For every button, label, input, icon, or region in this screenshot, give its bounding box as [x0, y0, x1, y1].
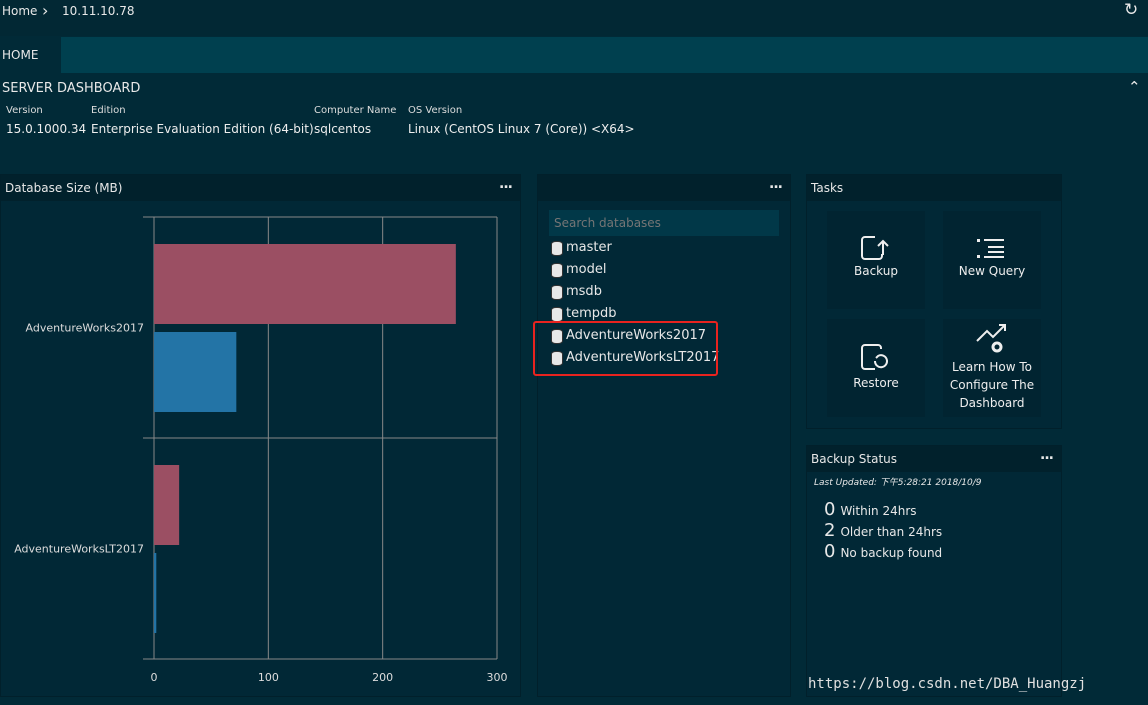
new-query-button[interactable]: New Query: [943, 211, 1041, 309]
backup-icon: [861, 236, 889, 260]
os-version-label: OS Version: [408, 105, 463, 116]
database-item[interactable]: master: [551, 237, 771, 259]
collapse-icon[interactable]: ⌃: [1128, 78, 1141, 96]
y-tick-label: AdventureWorksLT2017: [14, 543, 144, 556]
last-updated: Last Updated: 下午5:28:21 2018/10/9: [814, 478, 982, 488]
chevron-right-icon: ›: [42, 1, 49, 20]
backup-label: Backup: [854, 264, 898, 278]
tab-bar: HOME: [0, 37, 1148, 73]
backup-status-row: 2 Older than 24hrs: [824, 520, 942, 541]
backup-status-row: 0 Within 24hrs: [824, 499, 942, 520]
computer-name-label: Computer Name: [314, 105, 397, 116]
computer-name-value: sqlcentos: [314, 122, 372, 136]
configure-dashboard-icon: [976, 324, 1006, 353]
breadcrumb-bar: Home › 10.11.10.78 ↻: [0, 0, 1148, 36]
search-databases-input[interactable]: [549, 210, 779, 236]
x-tick-label: 100: [258, 671, 279, 684]
backup-status-row: 0 No backup found: [824, 541, 942, 562]
database-icon: [551, 262, 563, 278]
os-version-value: Linux (CentOS Linux 7 (Core)) <X64>: [408, 122, 635, 136]
y-tick-label: AdventureWorks2017: [26, 322, 144, 335]
restore-button[interactable]: Restore: [827, 319, 925, 417]
backup-count: 2: [824, 520, 836, 541]
database-size-widget: Database Size (MB)... 0 100 200 300 Adventur…: [0, 174, 521, 697]
backup-count: 0: [824, 499, 836, 520]
more-icon[interactable]: ...: [1040, 442, 1054, 468]
widget-title: Tasks: [811, 181, 844, 195]
bar: [154, 244, 456, 324]
database-icon: [551, 306, 563, 322]
bar: [154, 465, 180, 545]
database-item[interactable]: msdb: [551, 281, 771, 303]
highlight-box: [533, 321, 718, 376]
backup-status-label: No backup found: [840, 546, 943, 560]
new-query-icon: [977, 239, 1004, 258]
restore-icon: [861, 344, 888, 370]
x-tick-label: 200: [372, 671, 393, 684]
configure-dashboard-button[interactable]: Learn How To Configure The Dashboard: [943, 319, 1041, 417]
page-title: SERVER DASHBOARD: [2, 81, 141, 96]
x-tick-label: 300: [487, 671, 508, 684]
backup-status-label: Older than 24hrs: [840, 525, 943, 539]
database-list-widget: ... mastermodelmsdbtempdbAdventureWorks2…: [533, 174, 791, 697]
database-item[interactable]: model: [551, 259, 771, 281]
refresh-icon[interactable]: ↻: [1124, 0, 1138, 20]
edition-value: Enterprise Evaluation Edition (64-bit): [91, 122, 314, 136]
backup-button[interactable]: Backup: [827, 211, 925, 309]
backup-status-label: Within 24hrs: [840, 504, 917, 518]
widget-header: Tasks: [807, 175, 1061, 201]
backup-status-widget: Backup Status... Last Updated: 下午5:28:21…: [806, 445, 1062, 697]
database-name: master: [566, 240, 612, 255]
version-label: Version: [6, 105, 43, 116]
tab-home[interactable]: HOME: [0, 37, 61, 73]
database-name: model: [566, 262, 607, 277]
more-icon[interactable]: ...: [769, 171, 783, 197]
version-value: 15.0.1000.34: [6, 122, 87, 136]
widget-header: ...: [538, 175, 790, 201]
edition-label: Edition: [91, 105, 126, 116]
database-icon: [551, 284, 563, 300]
backup-count: 0: [824, 541, 836, 562]
widget-title: Backup Status: [811, 452, 898, 466]
bar: [154, 553, 157, 633]
bar: [154, 332, 237, 412]
restore-label: Restore: [853, 376, 899, 390]
breadcrumb-server: 10.11.10.78: [62, 4, 135, 18]
tasks-widget: Tasks Backup New Query Restore Learn How…: [806, 174, 1062, 429]
breadcrumb-home[interactable]: Home: [2, 4, 37, 18]
x-tick-label: 0: [151, 671, 158, 684]
widget-header: Backup Status...: [807, 446, 1061, 472]
new-query-label: New Query: [958, 264, 1026, 278]
bar-chart: 0 100 200 300 AdventureWorks2017 AdventureWor…: [14, 216, 508, 684]
database-name: msdb: [566, 284, 602, 299]
watermark: https://blog.csdn.net/DBA_Huangzj: [808, 676, 1087, 692]
database-icon: [551, 240, 563, 256]
configure-dashboard-label: Learn How To Configure The Dashboard: [949, 360, 1035, 410]
